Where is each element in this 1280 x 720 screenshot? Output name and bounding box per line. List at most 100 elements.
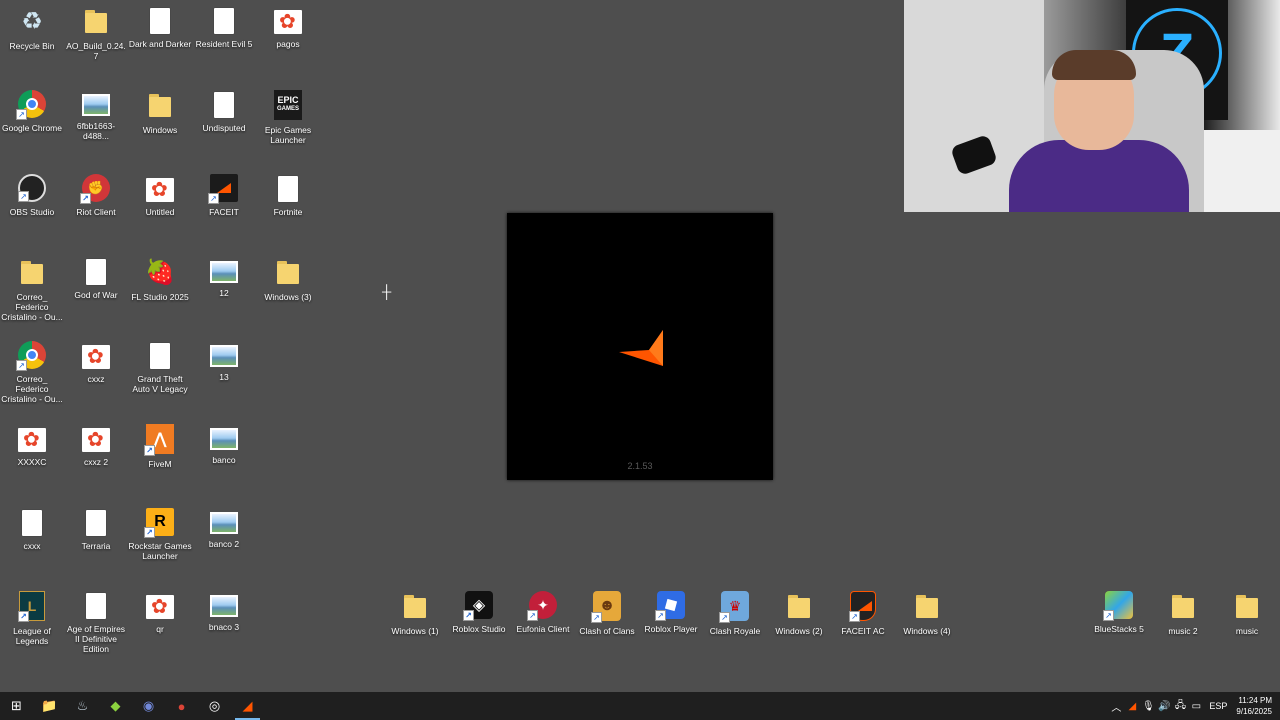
eufonia-icon: ✦ xyxy=(527,591,557,621)
desktop-icon-label: Epic Games Launcher xyxy=(264,125,312,145)
desktop-icon[interactable]: FACEIT AC xyxy=(831,585,895,665)
desktop-icon[interactable]: FACEIT xyxy=(192,168,256,248)
desktop-icon[interactable]: God of War xyxy=(64,251,128,331)
desktop-icon-label: Riot Client xyxy=(76,207,116,217)
desktop-icon[interactable]: Roblox Player xyxy=(639,585,703,665)
desktop-icon[interactable]: ✦ Eufonia Client xyxy=(511,585,575,665)
start-button[interactable]: ⊞ xyxy=(0,692,33,720)
discord-icon[interactable]: ◉ xyxy=(132,692,165,720)
steam-icon[interactable]: ♨ xyxy=(66,692,99,720)
volume-icon[interactable]: 🔊 xyxy=(1156,692,1172,720)
network-icon[interactable]: 🖧 xyxy=(1172,692,1188,720)
desktop-icon[interactable]: ♻ Recycle Bin xyxy=(0,0,64,80)
desktop-icon[interactable]: music xyxy=(1215,585,1279,665)
desktop-icon[interactable]: music 2 xyxy=(1151,585,1215,665)
desktop-icon[interactable]: banco 2 xyxy=(192,502,256,582)
rockstar-icon: R xyxy=(144,508,174,538)
desktop-icon[interactable]: ⋀ FiveM xyxy=(128,418,192,498)
faceit-splash-window[interactable]: 2.1.53 xyxy=(507,213,773,480)
desktop-icon[interactable]: Untitled xyxy=(128,168,192,248)
desktop-icon[interactable]: OBS Studio xyxy=(0,168,64,248)
desktop-icon[interactable]: 13 xyxy=(192,335,256,415)
desktop-icon[interactable]: Correo_ Federico Cristalino - Ou... xyxy=(0,251,64,331)
file-icon xyxy=(86,593,106,619)
folder-icon xyxy=(1168,591,1198,621)
desktop-icon-label: 13 xyxy=(219,372,229,382)
desktop-icon-label: Eufonia Client xyxy=(516,624,570,634)
league-of-legends-icon: L xyxy=(18,591,45,622)
faceit-icon xyxy=(208,174,238,204)
desktop-icon[interactable]: XXXXC xyxy=(0,418,64,498)
desktop-icon[interactable]: Correo_ Federico Cristalino - Ou... xyxy=(0,335,64,415)
desktop-icon[interactable]: Windows (1) xyxy=(383,585,447,665)
file-icon xyxy=(150,343,170,369)
desktop-icon-label: Windows (1) xyxy=(391,626,439,636)
desktop-icon[interactable]: qr xyxy=(128,585,192,665)
desktop-icon[interactable]: ♛ Clash Royale xyxy=(703,585,767,665)
desktop-icon[interactable]: pagos xyxy=(256,0,320,80)
desktop-icon-label: XXXXC xyxy=(17,457,47,467)
faceit-taskbar-icon[interactable]: ◢ xyxy=(231,692,264,720)
faceit-tray-icon[interactable]: ◢ xyxy=(1124,692,1140,720)
folder-icon xyxy=(400,591,430,621)
faceit-logo-icon xyxy=(619,330,663,366)
desktop-icon[interactable]: cxxz 2 xyxy=(64,418,128,498)
desktop-icon-label: Untitled xyxy=(145,207,175,217)
desktop-icon[interactable]: Grand Theft Auto V Legacy xyxy=(128,335,192,415)
bluestacks-icon xyxy=(1103,591,1133,621)
desktop-icon-label: Google Chrome xyxy=(1,123,62,133)
desktop-icon-label: music xyxy=(1235,626,1259,636)
image-file-icon xyxy=(210,512,238,534)
desktop-icon[interactable]: Age of Empires II Definitive Edition xyxy=(64,585,128,665)
desktop-icon[interactable]: cxxx xyxy=(0,502,64,582)
file-explorer-icon[interactable]: 📁 xyxy=(33,692,66,720)
desktop-icon[interactable]: BlueStacks 5 xyxy=(1087,585,1151,665)
desktop-icon[interactable]: Google Chrome xyxy=(0,84,64,164)
desktop-icon[interactable]: EPIC GAMES Epic Games Launcher xyxy=(256,84,320,164)
show-hidden-icons-icon[interactable]: ︿ xyxy=(1108,692,1124,720)
clash-of-clans-icon: ☻ xyxy=(591,591,621,623)
desktop-icon[interactable]: cxxz xyxy=(64,335,128,415)
desktop-icon[interactable]: AO_Build_0.24.7 xyxy=(64,0,128,80)
desktop-icon[interactable]: Windows (4) xyxy=(895,585,959,665)
desktop-icon[interactable]: ✊ Riot Client xyxy=(64,168,128,248)
desktop-icon[interactable]: 6fbb1663-d488... xyxy=(64,84,128,164)
desktop-icon[interactable]: banco xyxy=(192,418,256,498)
desktop[interactable]: ♻ Recycle Bin AO_Build_0.24.7 Dark and Dark… xyxy=(0,0,1280,692)
folder-icon xyxy=(273,257,303,287)
language-indicator[interactable]: ESP xyxy=(1204,701,1232,711)
desktop-icon[interactable]: Windows (3) xyxy=(256,251,320,331)
obs-taskbar-icon[interactable]: ◎ xyxy=(198,692,231,720)
desktop-icon[interactable]: Resident Evil 5 xyxy=(192,0,256,80)
clock[interactable]: 11:24 PM 9/16/2025 xyxy=(1232,695,1280,717)
desktop-icon[interactable]: R Rockstar Games Launcher xyxy=(128,502,192,582)
image-file-icon xyxy=(146,595,174,619)
desktop-icon[interactable]: Terraria xyxy=(64,502,128,582)
display-icon[interactable]: ▭ xyxy=(1188,692,1204,720)
desktop-icon[interactable]: Windows xyxy=(128,84,192,164)
desktop-icon[interactable]: 12 xyxy=(192,251,256,331)
folder-icon xyxy=(81,6,111,36)
desktop-icon[interactable]: Fortnite xyxy=(256,168,320,248)
desktop-icon[interactable]: L League of Legends xyxy=(0,585,64,665)
desktop-icon[interactable]: ◈ Roblox Studio xyxy=(447,585,511,665)
desktop-icon[interactable]: bnaco 3 xyxy=(192,585,256,665)
desktop-icon-label: Undisputed xyxy=(202,123,246,133)
desktop-icon-label: cxxx xyxy=(23,541,41,551)
clock-time: 11:24 PM xyxy=(1238,696,1272,705)
chrome-taskbar-icon[interactable]: ● xyxy=(165,692,198,720)
desktop-icon[interactable]: Dark and Darker xyxy=(128,0,192,80)
image-file-icon xyxy=(146,178,174,202)
desktop-icon[interactable]: Undisputed xyxy=(192,84,256,164)
microphone-tray-icon[interactable]: 🎙 xyxy=(1140,692,1156,720)
desktop-icon[interactable]: Windows (2) xyxy=(767,585,831,665)
bluestacks-taskbar-icon[interactable]: ◆ xyxy=(99,692,132,720)
desktop-icon-label: banco xyxy=(212,455,236,465)
image-file-icon xyxy=(82,345,110,369)
folder-icon xyxy=(912,591,942,621)
taskbar: ⊞ 📁 ♨ ◆ ◉ ● ◎ ◢ ︿ ◢ 🎙 🔊 🖧 ▭ ESP 11:24 PM 9/16/2… xyxy=(0,692,1280,720)
desktop-icon[interactable]: 🍓 FL Studio 2025 xyxy=(128,251,192,331)
desktop-icon[interactable]: ☻ Clash of Clans xyxy=(575,585,639,665)
image-file-icon xyxy=(274,10,302,34)
file-icon xyxy=(22,510,42,536)
